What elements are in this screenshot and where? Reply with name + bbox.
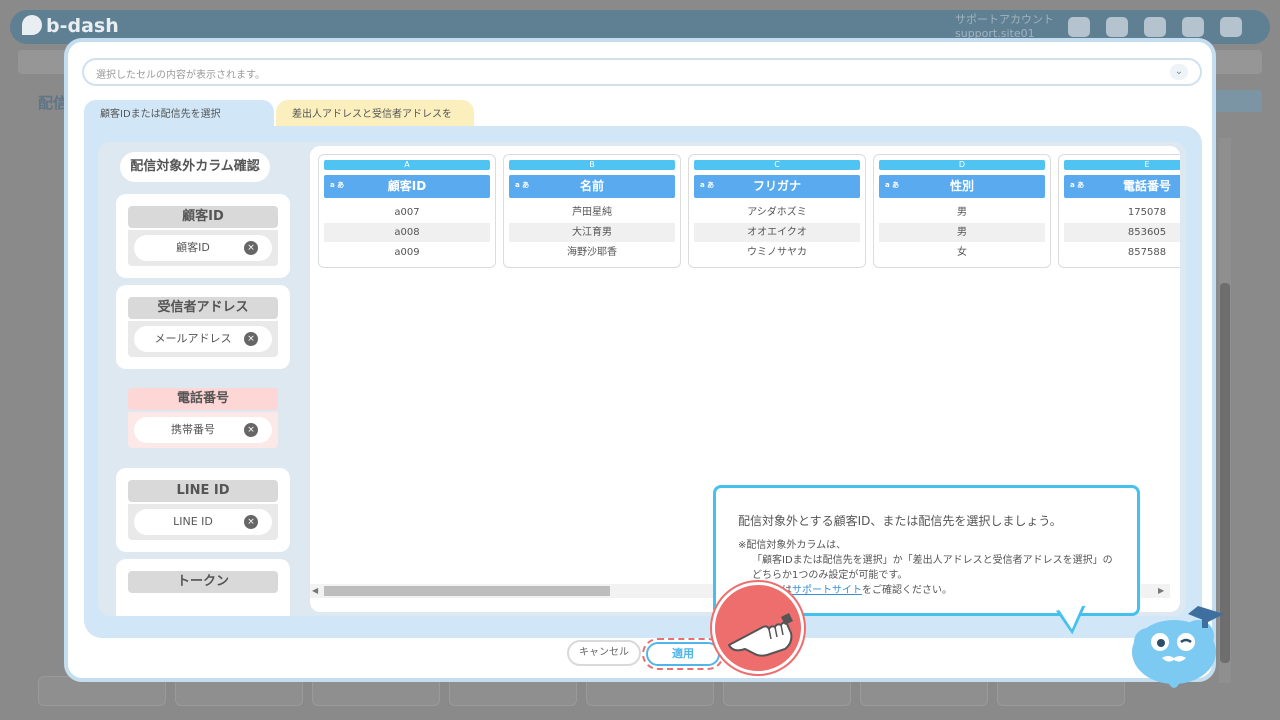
column-header[interactable]: a あフリガナ [694, 175, 860, 198]
table-column[interactable]: Da あ性別男男女 [873, 154, 1051, 268]
card-label: 受信者アドレス [128, 297, 278, 319]
text-type-badge: a あ [885, 181, 900, 189]
table-cell[interactable]: 853605 [1064, 223, 1180, 242]
tooltip-note: ※配信対象外カラムは、 「顧客IDまたは配信先を選択」か「差出人アドレスと受信者… [738, 540, 1113, 596]
apply-button[interactable]: 適用 [646, 642, 720, 666]
remove-icon[interactable]: × [244, 241, 258, 255]
account-info: サポートアカウント support.site01 [955, 13, 1054, 40]
text-type-badge: a あ [700, 181, 715, 189]
scrollbar-thumb[interactable] [324, 586, 610, 596]
table-cell[interactable]: 芦田星純 [509, 203, 675, 222]
text-type-badge: a あ [515, 181, 530, 189]
card-label: 顧客ID [128, 206, 278, 228]
card-customer-id: 顧客ID 顧客ID × [116, 194, 290, 278]
table-cell[interactable]: ウミノサヤカ [694, 243, 860, 262]
excluded-columns-title: 配信対象外カラム確認 [120, 152, 270, 182]
card-label: 電話番号 [128, 388, 278, 410]
support-site-link[interactable]: サポートサイト [792, 585, 862, 596]
header-icons [1068, 17, 1242, 37]
card-line-id: LINE ID LINE ID × [116, 468, 290, 552]
table-cell[interactable]: 男 [879, 203, 1045, 222]
wrench-icon[interactable] [1106, 17, 1128, 37]
column-letter[interactable]: A [324, 160, 490, 170]
logout-icon[interactable] [1220, 17, 1242, 37]
table-cell[interactable]: 175078 [1064, 203, 1180, 222]
remove-icon[interactable]: × [244, 423, 258, 437]
column-header[interactable]: a あ性別 [879, 175, 1045, 198]
column-letter[interactable]: B [509, 160, 675, 170]
column-header[interactable]: a あ電話番号 [1064, 175, 1180, 198]
selected-cell-placeholder: 選択したセルの内容が表示されます。 [96, 70, 265, 81]
table-column[interactable]: Aa あ顧客ID a007 a008 a009 [318, 154, 496, 268]
column-letter[interactable]: C [694, 160, 860, 170]
card-token: トークン [116, 559, 290, 616]
tab-sender-recipient[interactable]: 差出人アドレスと受信者アドレスを選択 [276, 100, 474, 149]
text-type-badge: a あ [1070, 181, 1085, 189]
table-cell[interactable]: a009 [324, 243, 490, 262]
card-recipient-address: 受信者アドレス メールアドレス × [116, 285, 290, 369]
grid-icon[interactable] [1144, 17, 1166, 37]
column-letter[interactable]: E [1064, 160, 1180, 170]
table-cell[interactable]: アシダホズミ [694, 203, 860, 222]
card-label: トークン [128, 571, 278, 593]
column-header[interactable]: a あ顧客ID [324, 175, 490, 198]
table-cell[interactable]: 男 [879, 223, 1045, 242]
table-cell[interactable]: 女 [879, 243, 1045, 262]
selected-cell-field[interactable]: 選択したセルの内容が表示されます。 ⌄ [82, 58, 1202, 86]
card-label: LINE ID [128, 480, 278, 502]
excluded-columns-list: 配信対象外カラム確認 顧客ID 顧客ID × 受信者アドレス メールアドレス ×… [98, 142, 308, 616]
column-chip[interactable]: 顧客ID × [134, 235, 272, 261]
cloud-icon[interactable] [1182, 17, 1204, 37]
tab-customer-id[interactable]: 顧客IDまたは配信先を選択 [84, 100, 274, 128]
tooltip-main-text: 配信対象外とする顧客ID、または配信先を選択しましょう。 [738, 514, 1062, 528]
remove-icon[interactable]: × [244, 332, 258, 346]
column-letter[interactable]: D [879, 160, 1045, 170]
table-cell[interactable]: a008 [324, 223, 490, 242]
table-cell[interactable]: 海野沙耶香 [509, 243, 675, 262]
hand-icon [727, 613, 793, 657]
table-cell[interactable]: 大江育男 [509, 223, 675, 242]
remove-icon[interactable]: × [244, 515, 258, 529]
cancel-button[interactable]: キャンセル [567, 640, 641, 666]
bell-icon[interactable] [1068, 17, 1090, 37]
scroll-left-icon[interactable]: ◀ [312, 584, 318, 598]
logo-drop-icon [22, 15, 42, 35]
table-column[interactable]: Ea あ電話番号 175078 853605 857588 [1058, 154, 1180, 268]
table-column[interactable]: Ca あフリガナアシダホズミ オオエイクオ ウミノサヤカ [688, 154, 866, 268]
column-chip[interactable]: 携帯番号 × [134, 417, 272, 443]
text-type-badge: a あ [330, 181, 345, 189]
table-column[interactable]: Ba あ名前芦田星純 大江育男 海野沙耶香 [503, 154, 681, 268]
pointer-hand-icon [712, 582, 804, 674]
column-header[interactable]: a あ名前 [509, 175, 675, 198]
mascot-icon [1128, 596, 1228, 696]
card-phone-number: 電話番号 携帯番号 × [116, 376, 290, 460]
column-chip[interactable]: LINE ID × [134, 509, 272, 535]
chevron-down-icon[interactable]: ⌄ [1170, 64, 1188, 80]
table-cell[interactable]: a007 [324, 203, 490, 222]
table-cell[interactable]: オオエイクオ [694, 223, 860, 242]
table-cell[interactable]: 857588 [1064, 243, 1180, 262]
app-logo: b-dash [22, 15, 119, 37]
column-chip[interactable]: メールアドレス × [134, 326, 272, 352]
